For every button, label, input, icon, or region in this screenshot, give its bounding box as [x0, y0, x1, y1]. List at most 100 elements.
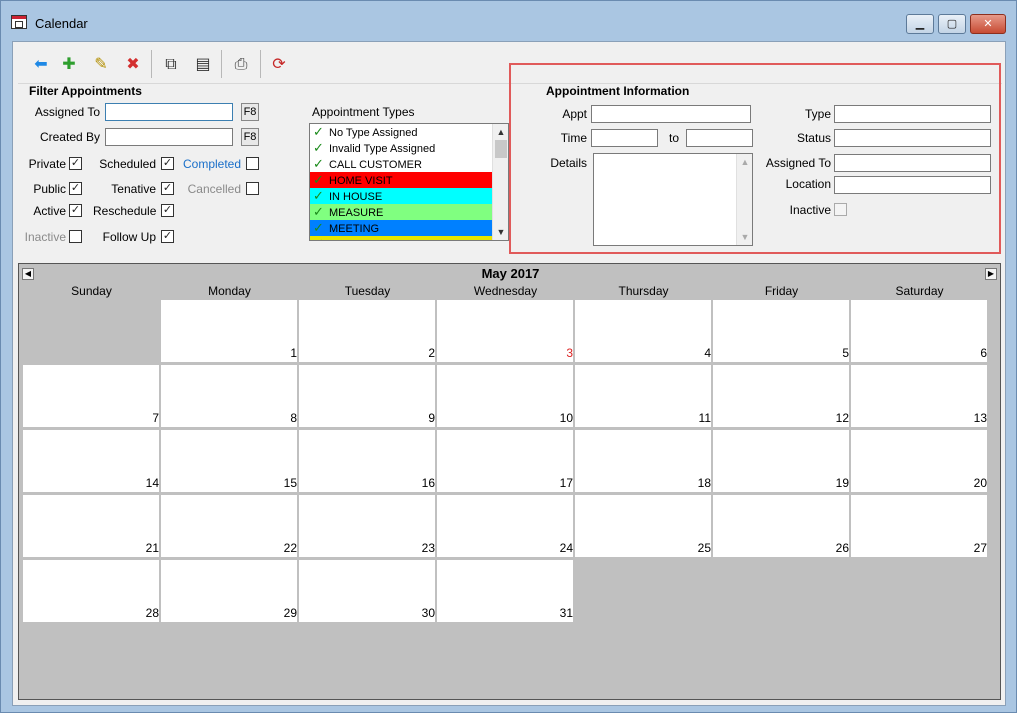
assigned-to-input[interactable] [105, 103, 233, 121]
day-cell[interactable]: 1 [161, 300, 297, 362]
appointment-type-item[interactable]: ✓ No Type Assigned [310, 124, 492, 140]
scroll-up-icon[interactable]: ▲ [493, 125, 508, 139]
details-scroll-up-icon[interactable]: ▲ [737, 155, 753, 169]
private-checkbox[interactable]: ✓ [69, 157, 82, 170]
appointment-type-item[interactable]: ✓ MEASURE [310, 204, 492, 220]
maximize-button[interactable]: ▢ [938, 14, 966, 34]
created-by-input[interactable] [105, 128, 233, 146]
tenative-checkbox[interactable]: ✓ [161, 182, 174, 195]
appointment-type-item[interactable]: ✓ MEETING [310, 220, 492, 236]
time-to-input[interactable] [686, 129, 753, 147]
day-cell[interactable]: 24 [437, 495, 573, 557]
day-cell[interactable]: 14 [23, 430, 159, 492]
day-cell[interactable]: 26 [713, 495, 849, 557]
appointment-type-item[interactable]: ✓ [310, 236, 492, 240]
day-number: 24 [559, 541, 573, 555]
close-button[interactable]: ✕ [970, 14, 1006, 34]
day-cell[interactable]: 15 [161, 430, 297, 492]
next-month-button[interactable]: ▶ [985, 268, 997, 280]
reschedule-label: Reschedule [93, 204, 157, 218]
day-cell[interactable]: 6 [851, 300, 987, 362]
day-cell[interactable]: 31 [437, 560, 573, 622]
day-cell[interactable]: 28 [23, 560, 159, 622]
day-number: 10 [559, 411, 573, 425]
time-from-input[interactable] [591, 129, 658, 147]
active-checkbox[interactable]: ✓ [69, 204, 82, 217]
completed-checkbox[interactable] [246, 157, 259, 170]
scroll-down-icon[interactable]: ▼ [493, 225, 508, 239]
print-icon[interactable]: ⎙ [230, 54, 252, 76]
day-cell[interactable]: 19 [713, 430, 849, 492]
public-checkbox[interactable]: ✓ [69, 182, 82, 195]
new-icon[interactable]: ✚ [58, 54, 80, 76]
title-bar[interactable]: Calendar ▁ ▢ ✕ [1, 1, 1016, 41]
scheduled-checkbox[interactable]: ✓ [161, 157, 174, 170]
day-cell[interactable]: 20 [851, 430, 987, 492]
details-textarea[interactable]: ▲ ▼ [593, 153, 753, 246]
day-cell[interactable]: 18 [575, 430, 711, 492]
prev-month-button[interactable]: ◀ [22, 268, 34, 280]
appointment-type-item[interactable]: ✓ CALL CUSTOMER [310, 156, 492, 172]
day-cell[interactable]: 17 [437, 430, 573, 492]
minimize-button[interactable]: ▁ [906, 14, 934, 34]
created-by-f8-button[interactable]: F8 [241, 128, 259, 146]
paste-icon[interactable]: ▤ [192, 54, 214, 76]
edit-icon[interactable]: ✎ [90, 54, 112, 76]
day-cell[interactable]: 23 [299, 495, 435, 557]
inactive-checkbox[interactable] [69, 230, 82, 243]
month-calendar: May 2017 ◀ ▶ Sunday Monday Tuesday Wednesda… [18, 263, 1001, 700]
day-cell[interactable]: 27 [851, 495, 987, 557]
day-number: 12 [835, 411, 849, 425]
refresh-icon[interactable]: ⟳ [268, 54, 290, 76]
day-cell[interactable]: 4 [575, 300, 711, 362]
appt-input[interactable] [591, 105, 751, 123]
appt-assigned-to-input[interactable] [834, 154, 991, 172]
day-cell[interactable]: 13 [851, 365, 987, 427]
day-cell[interactable]: 30 [299, 560, 435, 622]
appointment-type-item[interactable]: ✓ HOME VISIT [310, 172, 492, 188]
day-cell[interactable]: 5 [713, 300, 849, 362]
back-arrow-icon[interactable]: ⬅ [30, 54, 52, 76]
appointment-type-item[interactable]: ✓ Invalid Type Assigned [310, 140, 492, 156]
day-cell[interactable]: 2 [299, 300, 435, 362]
day-cell[interactable]: 21 [23, 495, 159, 557]
copy-icon[interactable]: ⧉ [160, 54, 182, 76]
cancelled-checkbox[interactable] [246, 182, 259, 195]
time-to-label: to [669, 131, 680, 145]
window-title: Calendar [35, 16, 88, 31]
day-cell[interactable]: 7 [23, 365, 159, 427]
appointment-type-label: Invalid Type Assigned [329, 143, 436, 155]
day-number: 5 [842, 346, 849, 360]
status-input[interactable] [834, 129, 991, 147]
day-number: 17 [559, 476, 573, 490]
delete-icon[interactable]: ✖ [122, 54, 144, 76]
day-cell[interactable]: 3 [437, 300, 573, 362]
appt-inactive-checkbox[interactable] [834, 203, 847, 216]
appointment-type-item[interactable]: ✓ IN HOUSE [310, 188, 492, 204]
type-input[interactable] [834, 105, 991, 123]
day-cell[interactable]: 16 [299, 430, 435, 492]
assigned-to-f8-button[interactable]: F8 [241, 103, 259, 121]
day-cell[interactable]: 29 [161, 560, 297, 622]
location-input[interactable] [834, 176, 991, 194]
day-cell[interactable]: 11 [575, 365, 711, 427]
details-scroll-down-icon[interactable]: ▼ [737, 230, 753, 244]
day-cell[interactable]: 10 [437, 365, 573, 427]
types-scrollbar[interactable]: ▲ ▼ [492, 124, 508, 240]
day-cell[interactable]: 12 [713, 365, 849, 427]
scroll-thumb[interactable] [495, 140, 507, 158]
follow-up-checkbox[interactable]: ✓ [161, 230, 174, 243]
day-number: 4 [704, 346, 711, 360]
reschedule-checkbox[interactable]: ✓ [161, 204, 174, 217]
day-cell[interactable]: 9 [299, 365, 435, 427]
day-cell[interactable]: 22 [161, 495, 297, 557]
day-number: 31 [559, 606, 573, 620]
toolbar-separator [151, 50, 152, 78]
day-cell[interactable]: 8 [161, 365, 297, 427]
active-label: Active [33, 204, 66, 218]
day-number: 22 [283, 541, 297, 555]
assigned-to-label: Assigned To [34, 105, 100, 119]
appointment-types-list[interactable]: ✓ No Type Assigned ✓ Invalid Type Assigned ✓… [309, 123, 509, 241]
details-scrollbar[interactable]: ▲ ▼ [736, 154, 752, 245]
day-cell[interactable]: 25 [575, 495, 711, 557]
